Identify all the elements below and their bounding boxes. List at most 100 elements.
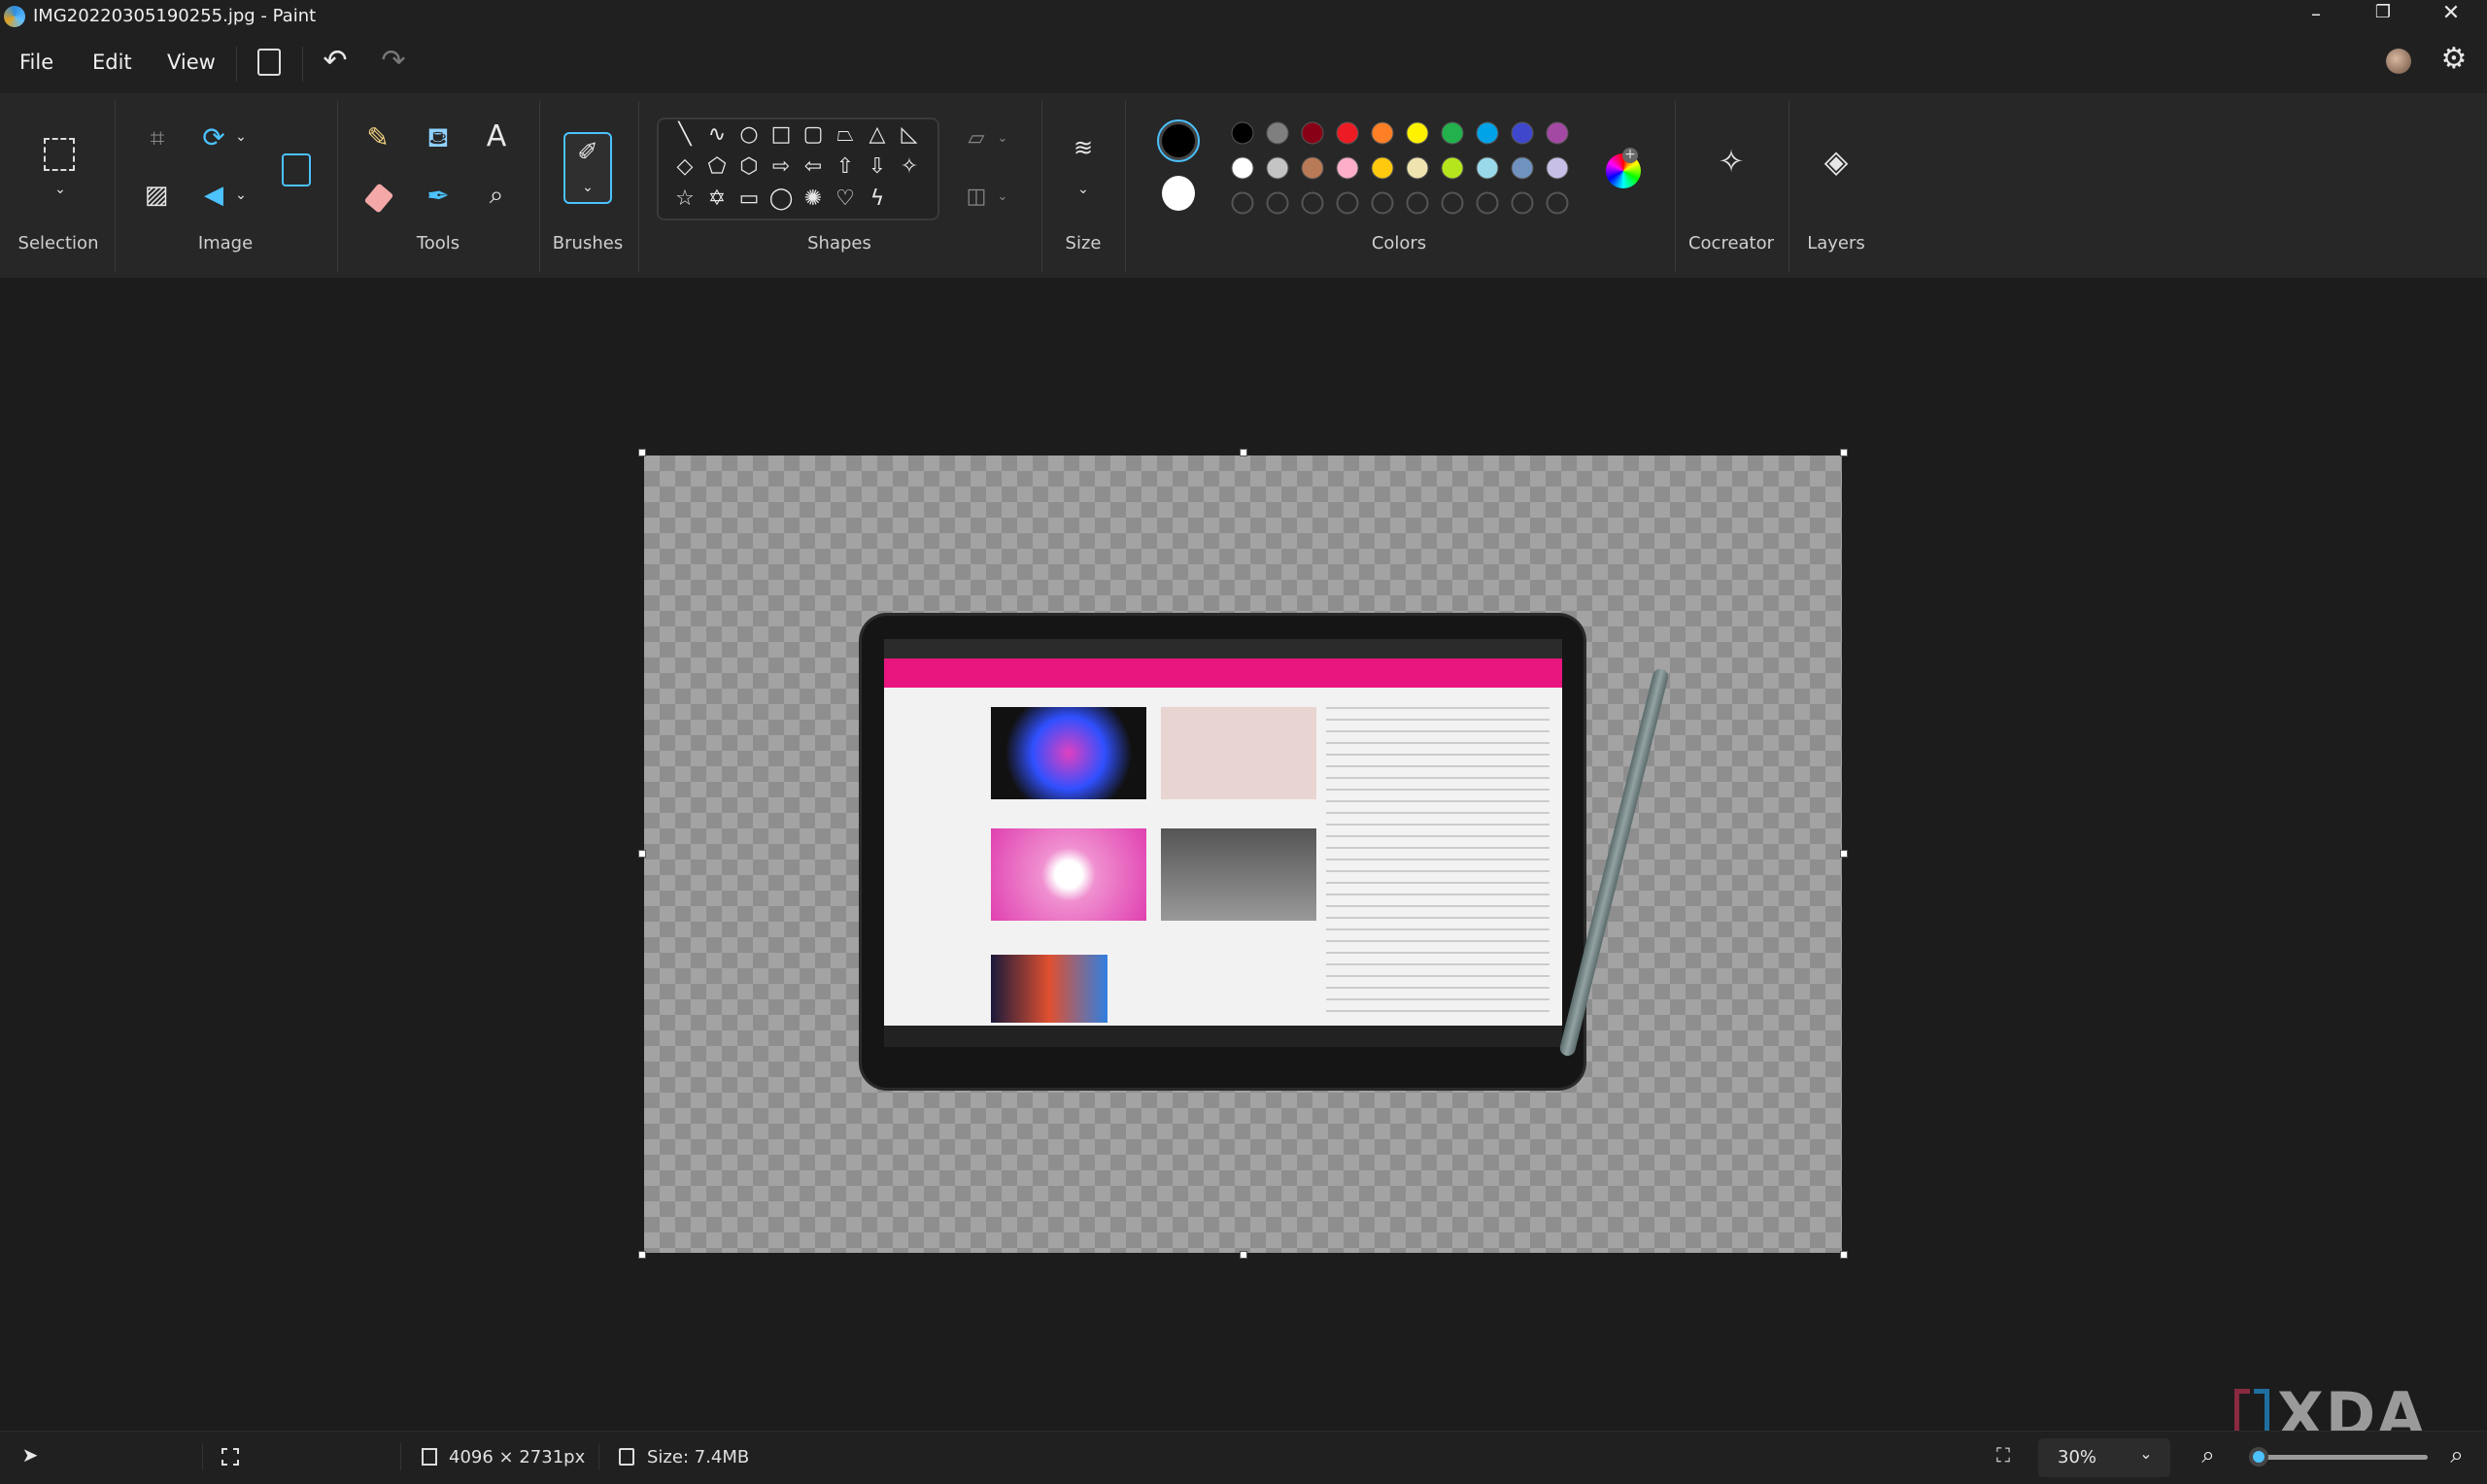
resize-handle[interactable] xyxy=(1840,850,1848,858)
eraser-icon[interactable] xyxy=(363,183,394,214)
fill-icon[interactable]: ⛾ xyxy=(424,124,453,152)
polygon-shape-icon[interactable]: ⏢ xyxy=(833,124,858,146)
resize-handle[interactable] xyxy=(1239,1251,1247,1259)
save-icon[interactable] xyxy=(257,49,281,76)
pentagon-shape-icon[interactable]: ⬠ xyxy=(704,156,730,178)
magnifier-icon[interactable]: ⌕ xyxy=(482,183,511,208)
color-swatch[interactable] xyxy=(1231,156,1254,180)
resize-handle[interactable] xyxy=(638,449,646,456)
color-swatch[interactable] xyxy=(1546,156,1569,180)
curve-shape-icon[interactable]: ∿ xyxy=(704,124,730,146)
rounded-rectangle-shape-icon[interactable]: ▢ xyxy=(801,124,826,146)
chevron-down-icon[interactable]: ⌄ xyxy=(995,190,1010,203)
pencil-icon[interactable]: ✎ xyxy=(363,124,392,152)
secondary-color[interactable] xyxy=(1162,176,1195,211)
minimize-icon[interactable]: – xyxy=(2304,4,2328,23)
star-five-shape-icon[interactable]: ☆ xyxy=(672,188,698,210)
flip-icon[interactable]: ◀ xyxy=(199,183,228,208)
color-swatch[interactable] xyxy=(1371,156,1394,180)
heart-shape-icon[interactable]: ♡ xyxy=(833,188,858,210)
empty-color-slot[interactable] xyxy=(1231,191,1254,215)
color-swatch[interactable] xyxy=(1336,156,1359,180)
star-six-shape-icon[interactable]: ✡ xyxy=(704,188,730,210)
stroke-size-icon[interactable]: ≋ xyxy=(1067,136,1100,159)
crop-icon[interactable]: ⌗ xyxy=(143,126,172,152)
restore-icon[interactable]: ❐ xyxy=(2371,4,2395,21)
empty-color-slot[interactable] xyxy=(1301,191,1324,215)
chevron-down-icon[interactable]: ⌄ xyxy=(233,188,249,202)
arrow-down-shape-icon[interactable]: ⇩ xyxy=(865,156,890,178)
color-swatch[interactable] xyxy=(1406,121,1429,145)
color-swatch[interactable] xyxy=(1336,121,1359,145)
text-icon[interactable]: A xyxy=(482,122,511,152)
brushes-button[interactable]: ✐ ⌄ xyxy=(563,132,612,204)
callout-oval-shape-icon[interactable]: ◯ xyxy=(768,188,794,210)
color-swatch[interactable] xyxy=(1301,156,1324,180)
color-swatch[interactable] xyxy=(1406,156,1429,180)
resize-handle[interactable] xyxy=(638,850,646,858)
empty-color-slot[interactable] xyxy=(1546,191,1569,215)
star-four-shape-icon[interactable]: ✧ xyxy=(897,156,922,178)
color-swatch[interactable] xyxy=(1476,121,1499,145)
empty-color-slot[interactable] xyxy=(1511,191,1534,215)
empty-color-slot[interactable] xyxy=(1371,191,1394,215)
selection-icon[interactable] xyxy=(44,138,75,171)
hexagon-shape-icon[interactable]: ⬡ xyxy=(736,156,762,178)
outline-icon[interactable]: ▱ xyxy=(962,128,991,150)
color-swatch[interactable] xyxy=(1266,156,1289,180)
empty-color-slot[interactable] xyxy=(1266,191,1289,215)
shape-fill-icon[interactable]: ◫ xyxy=(962,186,991,208)
empty-color-slot[interactable] xyxy=(1336,191,1359,215)
layers-icon[interactable]: ◈ xyxy=(1819,146,1854,177)
diamond-shape-icon[interactable]: ◇ xyxy=(672,156,698,178)
empty-color-slot[interactable] xyxy=(1441,191,1464,215)
cocreator-icon[interactable]: ✧ xyxy=(1714,146,1749,177)
callout-cloud-shape-icon[interactable]: ✺ xyxy=(801,188,826,210)
chevron-down-icon[interactable]: ⌄ xyxy=(1074,183,1092,196)
settings-icon[interactable]: ⚙ xyxy=(2439,45,2469,74)
color-swatch[interactable] xyxy=(1266,121,1289,145)
right-triangle-shape-icon[interactable]: ◺ xyxy=(897,124,922,146)
color-swatch[interactable] xyxy=(1441,156,1464,180)
redo-icon[interactable]: ↷ xyxy=(379,47,408,76)
color-swatch[interactable] xyxy=(1301,121,1324,145)
color-picker-icon[interactable]: ✒ xyxy=(424,183,453,210)
oval-shape-icon[interactable]: ○ xyxy=(736,124,762,146)
fit-to-window-icon[interactable]: ⛶ xyxy=(1992,1445,2015,1465)
zoom-slider-thumb[interactable] xyxy=(2249,1447,2268,1467)
color-swatch[interactable] xyxy=(1511,121,1534,145)
remove-background-icon[interactable]: ▨ xyxy=(142,183,171,208)
resize-handle[interactable] xyxy=(638,1251,646,1259)
resize-icon[interactable] xyxy=(282,153,311,186)
line-shape-icon[interactable]: ╲ xyxy=(672,124,698,146)
resize-handle[interactable] xyxy=(1840,449,1848,456)
color-swatch[interactable] xyxy=(1546,121,1569,145)
empty-color-slot[interactable] xyxy=(1476,191,1499,215)
rotate-icon[interactable]: ⟳ xyxy=(199,124,228,152)
chevron-down-icon[interactable]: ⌄ xyxy=(995,132,1010,145)
chevron-down-icon[interactable]: ⌄ xyxy=(233,130,249,144)
close-icon[interactable]: ✕ xyxy=(2439,3,2463,24)
zoom-in-icon[interactable]: ⌕ xyxy=(2444,1443,2470,1467)
color-swatch[interactable] xyxy=(1371,121,1394,145)
menu-edit[interactable]: Edit xyxy=(92,51,132,74)
rectangle-shape-icon[interactable]: □ xyxy=(768,124,794,146)
account-avatar[interactable] xyxy=(2386,49,2411,74)
zoom-select[interactable]: 30% ⌄ xyxy=(2038,1438,2170,1477)
lightning-shape-icon[interactable]: ϟ xyxy=(865,188,890,210)
arrow-right-shape-icon[interactable]: ⇨ xyxy=(768,156,794,178)
color-swatch[interactable] xyxy=(1511,156,1534,180)
color-swatch[interactable] xyxy=(1441,121,1464,145)
resize-handle[interactable] xyxy=(1840,1251,1848,1259)
menu-view[interactable]: View xyxy=(167,51,216,74)
empty-color-slot[interactable] xyxy=(1406,191,1429,215)
menu-file[interactable]: File xyxy=(19,51,53,74)
chevron-down-icon[interactable]: ⌄ xyxy=(51,183,70,196)
canvas-image[interactable] xyxy=(644,455,1842,1253)
zoom-out-icon[interactable]: ⌕ xyxy=(2196,1443,2221,1467)
resize-handle[interactable] xyxy=(1239,449,1247,456)
color-swatch[interactable] xyxy=(1231,121,1254,145)
arrow-up-shape-icon[interactable]: ⇧ xyxy=(833,156,858,178)
triangle-shape-icon[interactable]: △ xyxy=(865,124,890,146)
undo-icon[interactable]: ↶ xyxy=(321,47,350,76)
